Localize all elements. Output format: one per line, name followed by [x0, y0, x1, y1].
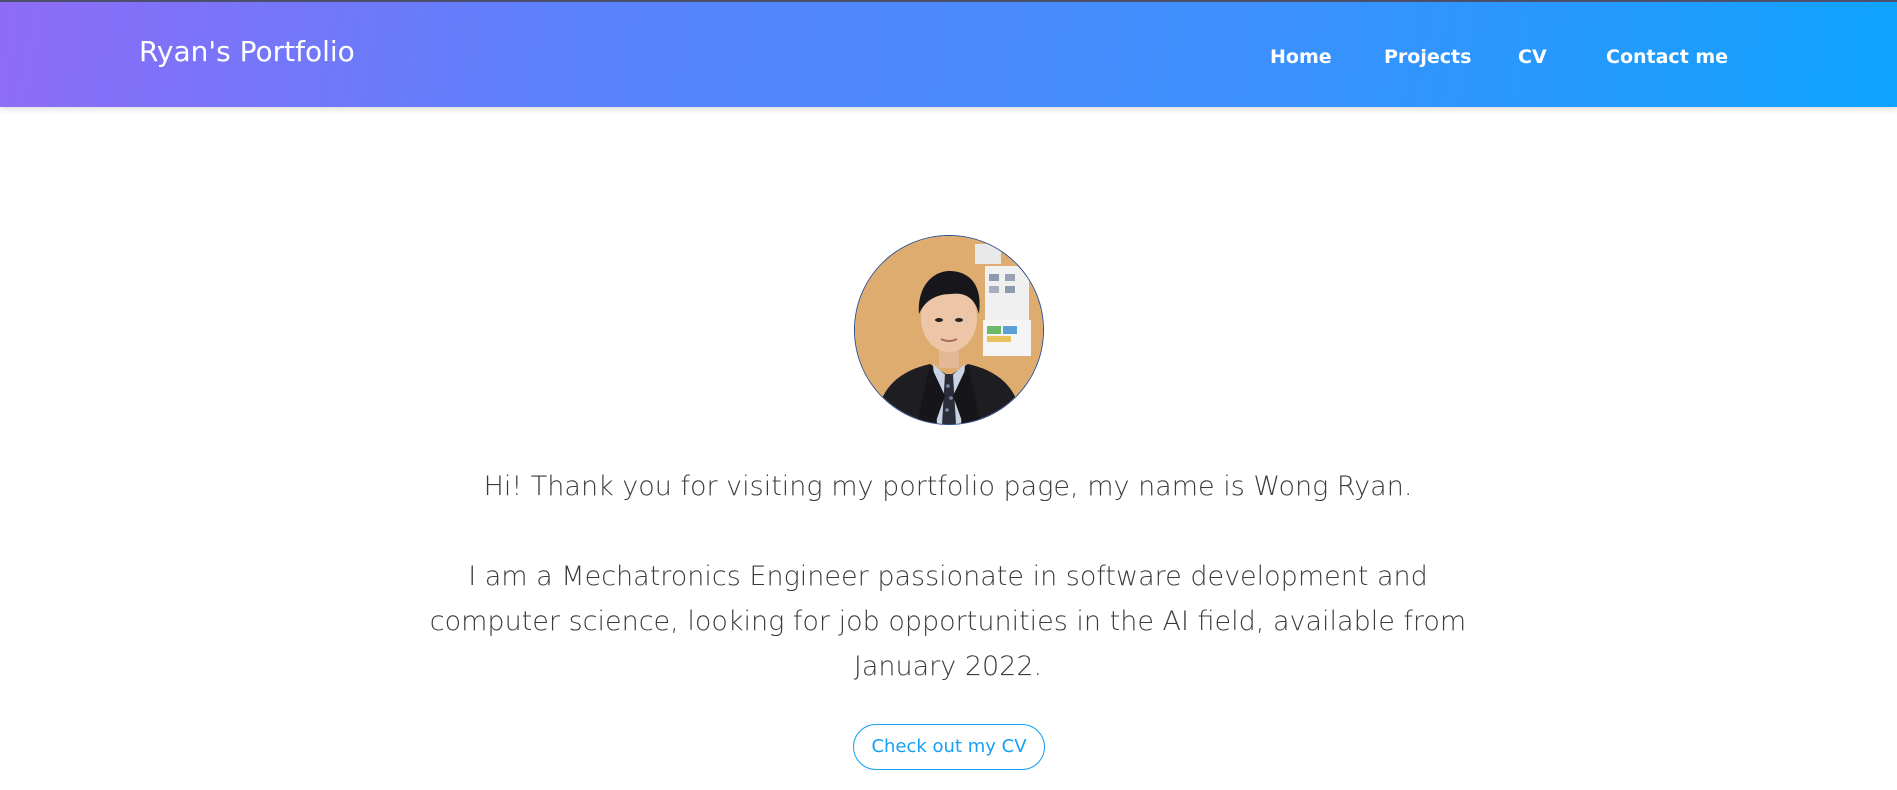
brand-logo-link[interactable]: Ryan's Portfolio [139, 35, 355, 68]
nav-link-cv[interactable]: CV [1518, 46, 1547, 68]
profile-photo-image [855, 236, 1043, 424]
bio-line-3: January 2022. [853, 651, 1043, 682]
profile-photo-avatar [855, 236, 1043, 424]
nav-link-contact[interactable]: Contact me [1606, 46, 1728, 68]
nav-link-projects[interactable]: Projects [1384, 46, 1471, 68]
bio-line-2: computer science, looking for job opport… [429, 606, 1467, 637]
nav-link-home[interactable]: Home [1270, 46, 1332, 68]
greeting-text: Hi! Thank you for visiting my portfolio … [483, 471, 1413, 502]
top-navbar: Ryan's Portfolio Home Projects CV Contac… [0, 0, 1897, 107]
hero-section: Hi! Thank you for visiting my portfolio … [0, 107, 1897, 790]
bio-line-1: I am a Mechatronics Engineer passionate … [468, 561, 1428, 592]
check-out-cv-button[interactable]: Check out my CV [853, 724, 1045, 770]
